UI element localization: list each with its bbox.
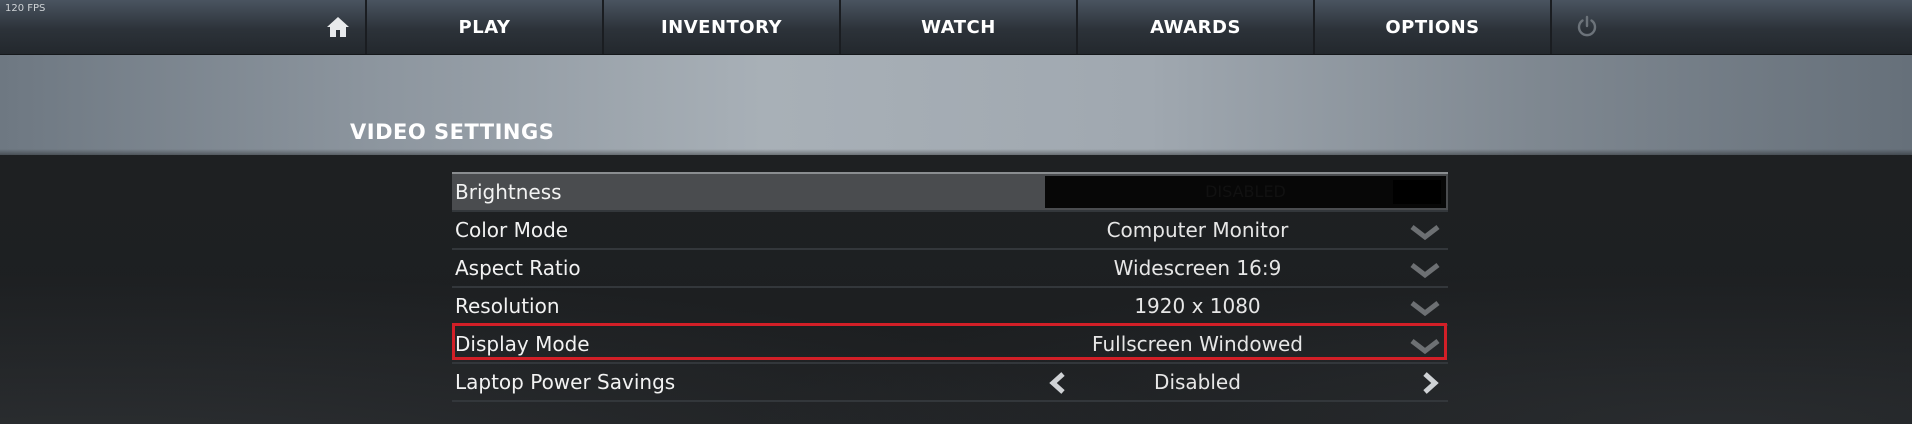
setting-label: Brightness bbox=[455, 180, 562, 204]
power-button[interactable] bbox=[1552, 0, 1622, 54]
setting-value: Computer Monitor bbox=[1106, 218, 1289, 242]
nav-awards[interactable]: AWARDS bbox=[1078, 0, 1315, 54]
setting-row-resolution[interactable]: Resolution 1920 x 1080 bbox=[452, 288, 1448, 326]
chevron-down-icon[interactable] bbox=[1410, 298, 1440, 318]
setting-label: Aspect Ratio bbox=[455, 256, 581, 280]
slider-value: DISABLED bbox=[1205, 182, 1286, 201]
setting-row-brightness[interactable]: Brightness DISABLED bbox=[452, 174, 1448, 212]
setting-label: Display Mode bbox=[455, 332, 590, 356]
home-button[interactable] bbox=[310, 0, 367, 54]
chevron-right-icon[interactable] bbox=[1420, 372, 1440, 394]
nav-play[interactable]: PLAY bbox=[367, 0, 604, 54]
chevron-down-icon[interactable] bbox=[1410, 336, 1440, 356]
setting-label: Resolution bbox=[455, 294, 560, 318]
nav-inventory[interactable]: INVENTORY bbox=[604, 0, 841, 54]
app-window: PLAY INVENTORY WATCH AWARDS OPTIONS 120 … bbox=[0, 0, 1912, 424]
nav-watch[interactable]: WATCH bbox=[841, 0, 1078, 54]
main-nav: PLAY INVENTORY WATCH AWARDS OPTIONS bbox=[310, 0, 1622, 54]
brightness-slider[interactable]: DISABLED bbox=[1045, 176, 1446, 208]
setting-row-display-mode[interactable]: Display Mode Fullscreen Windowed bbox=[452, 326, 1448, 364]
setting-value: Widescreen 16:9 bbox=[1113, 256, 1282, 280]
header-band bbox=[0, 55, 1912, 155]
power-icon bbox=[1577, 15, 1597, 37]
fps-counter: 120 FPS bbox=[5, 3, 46, 14]
chevron-down-icon[interactable] bbox=[1410, 260, 1440, 280]
setting-label: Color Mode bbox=[455, 218, 569, 242]
setting-value: Disabled bbox=[1154, 370, 1241, 394]
setting-row-aspect-ratio[interactable]: Aspect Ratio Widescreen 16:9 bbox=[452, 250, 1448, 288]
section-title: VIDEO SETTINGS bbox=[350, 120, 555, 144]
setting-row-color-mode[interactable]: Color Mode Computer Monitor bbox=[452, 212, 1448, 250]
nav-options[interactable]: OPTIONS bbox=[1315, 0, 1552, 54]
setting-value: Fullscreen Windowed bbox=[1092, 332, 1303, 356]
setting-row-laptop-power-savings[interactable]: Laptop Power Savings Disabled bbox=[452, 364, 1448, 402]
slider-handle[interactable] bbox=[1393, 180, 1441, 204]
chevron-down-icon[interactable] bbox=[1410, 222, 1440, 242]
setting-label: Laptop Power Savings bbox=[455, 370, 676, 394]
setting-value: 1920 x 1080 bbox=[1134, 294, 1261, 318]
video-settings-list: Brightness DISABLED Color Mode Computer … bbox=[452, 174, 1448, 402]
top-nav-bar: PLAY INVENTORY WATCH AWARDS OPTIONS bbox=[0, 0, 1912, 55]
home-icon bbox=[326, 17, 349, 37]
